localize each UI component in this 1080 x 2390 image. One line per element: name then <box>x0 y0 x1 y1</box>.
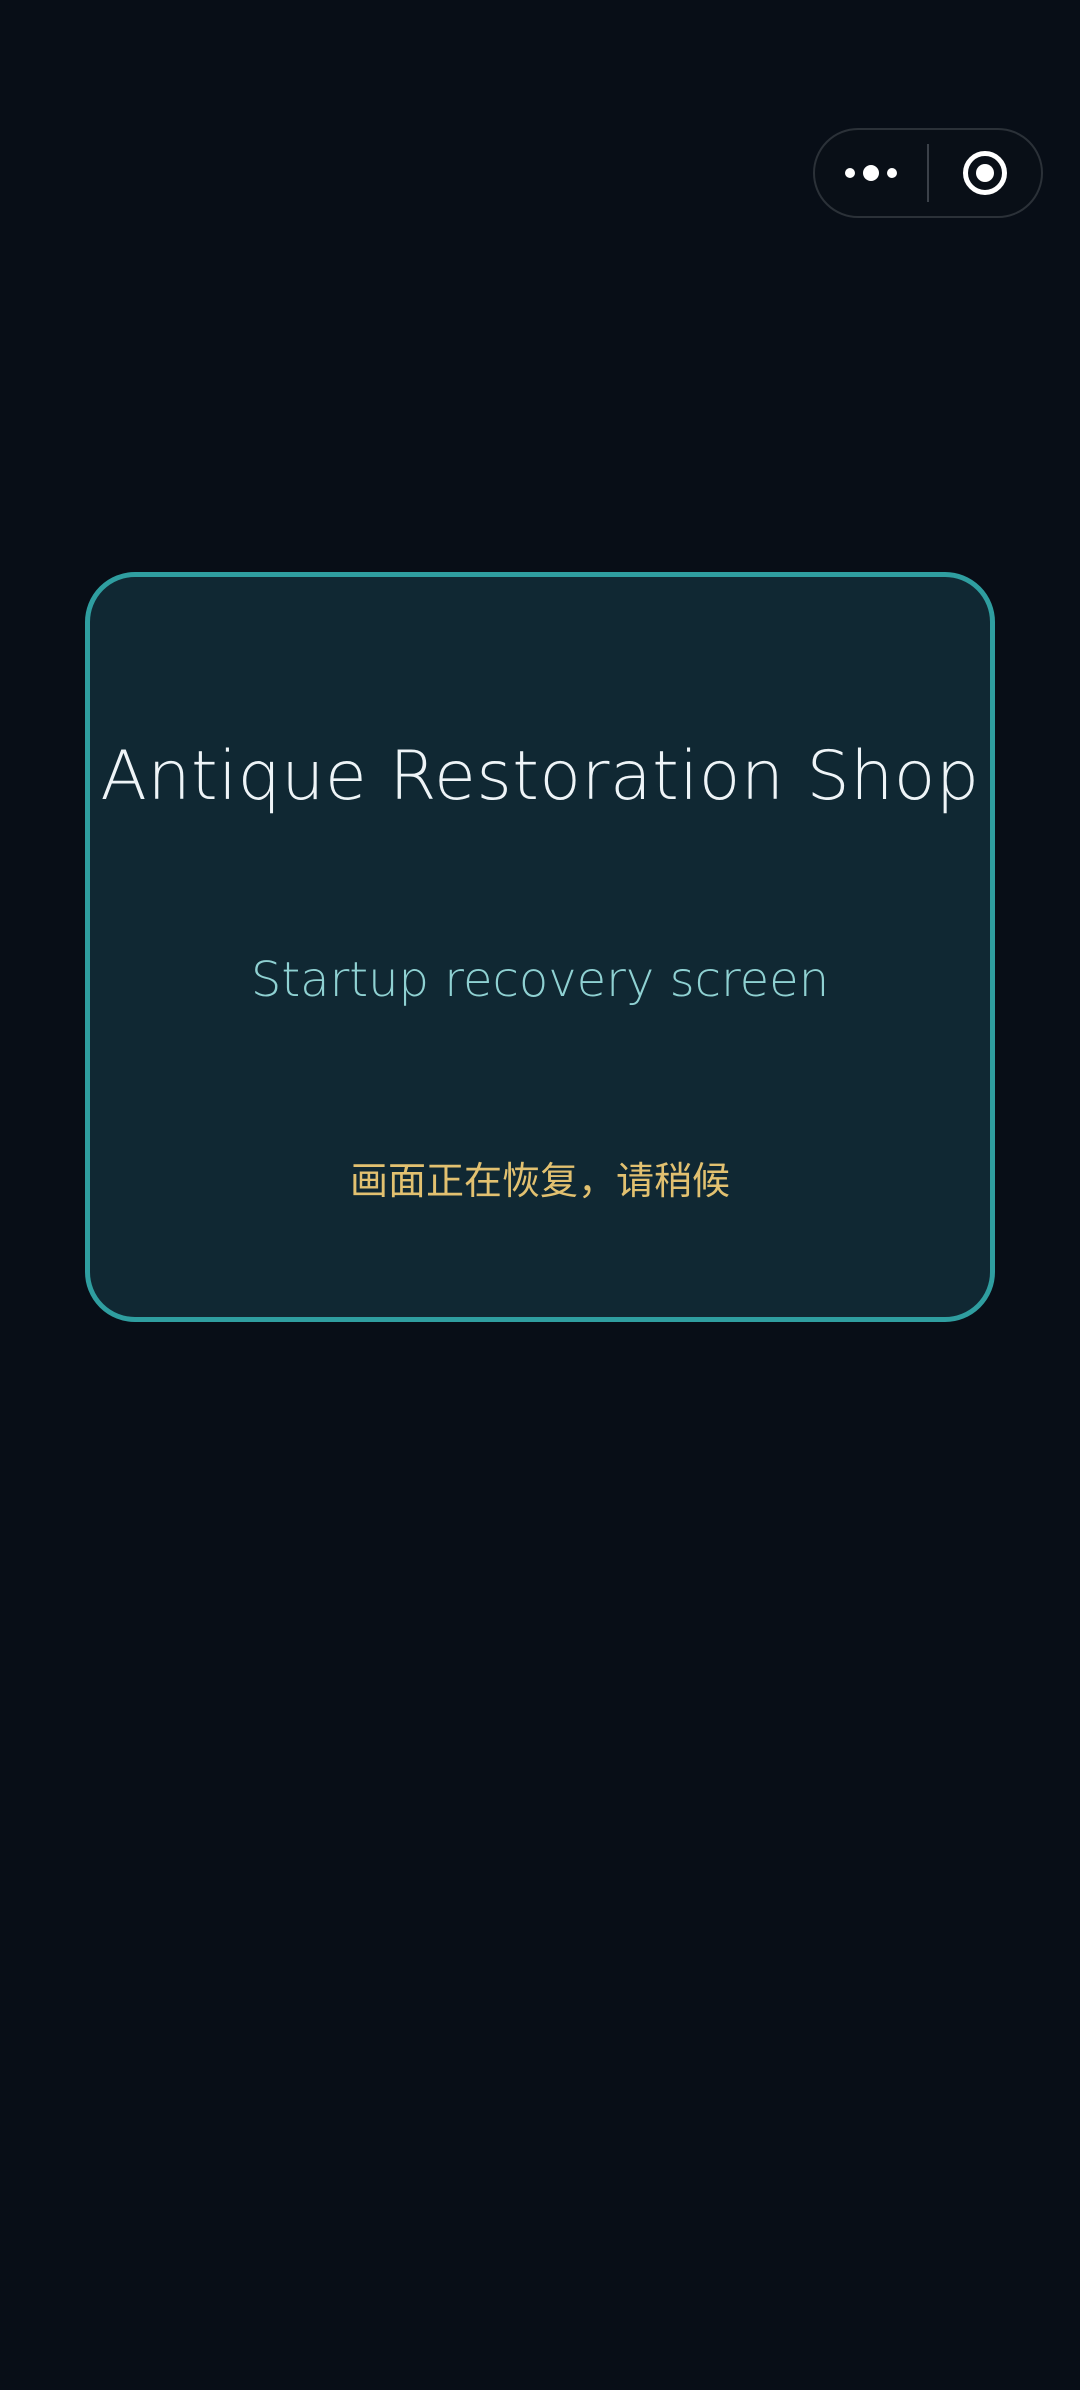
target-core <box>976 164 994 182</box>
page-subtitle: Startup recovery screen <box>250 952 830 1008</box>
status-text: 画面正在恢复，请稍候 <box>349 1159 730 1203</box>
dot-center <box>863 165 879 181</box>
dot-right <box>887 168 897 178</box>
close-button[interactable] <box>929 130 1041 216</box>
page-title: Antique Restoration Shop <box>100 737 980 816</box>
target-circle-icon <box>963 151 1007 195</box>
dot-left <box>845 168 855 178</box>
mini-program-capsule <box>813 128 1043 218</box>
more-button[interactable] <box>815 130 927 216</box>
more-dots-icon <box>845 165 897 181</box>
recovery-card: Antique Restoration Shop Startup recover… <box>85 572 995 1322</box>
